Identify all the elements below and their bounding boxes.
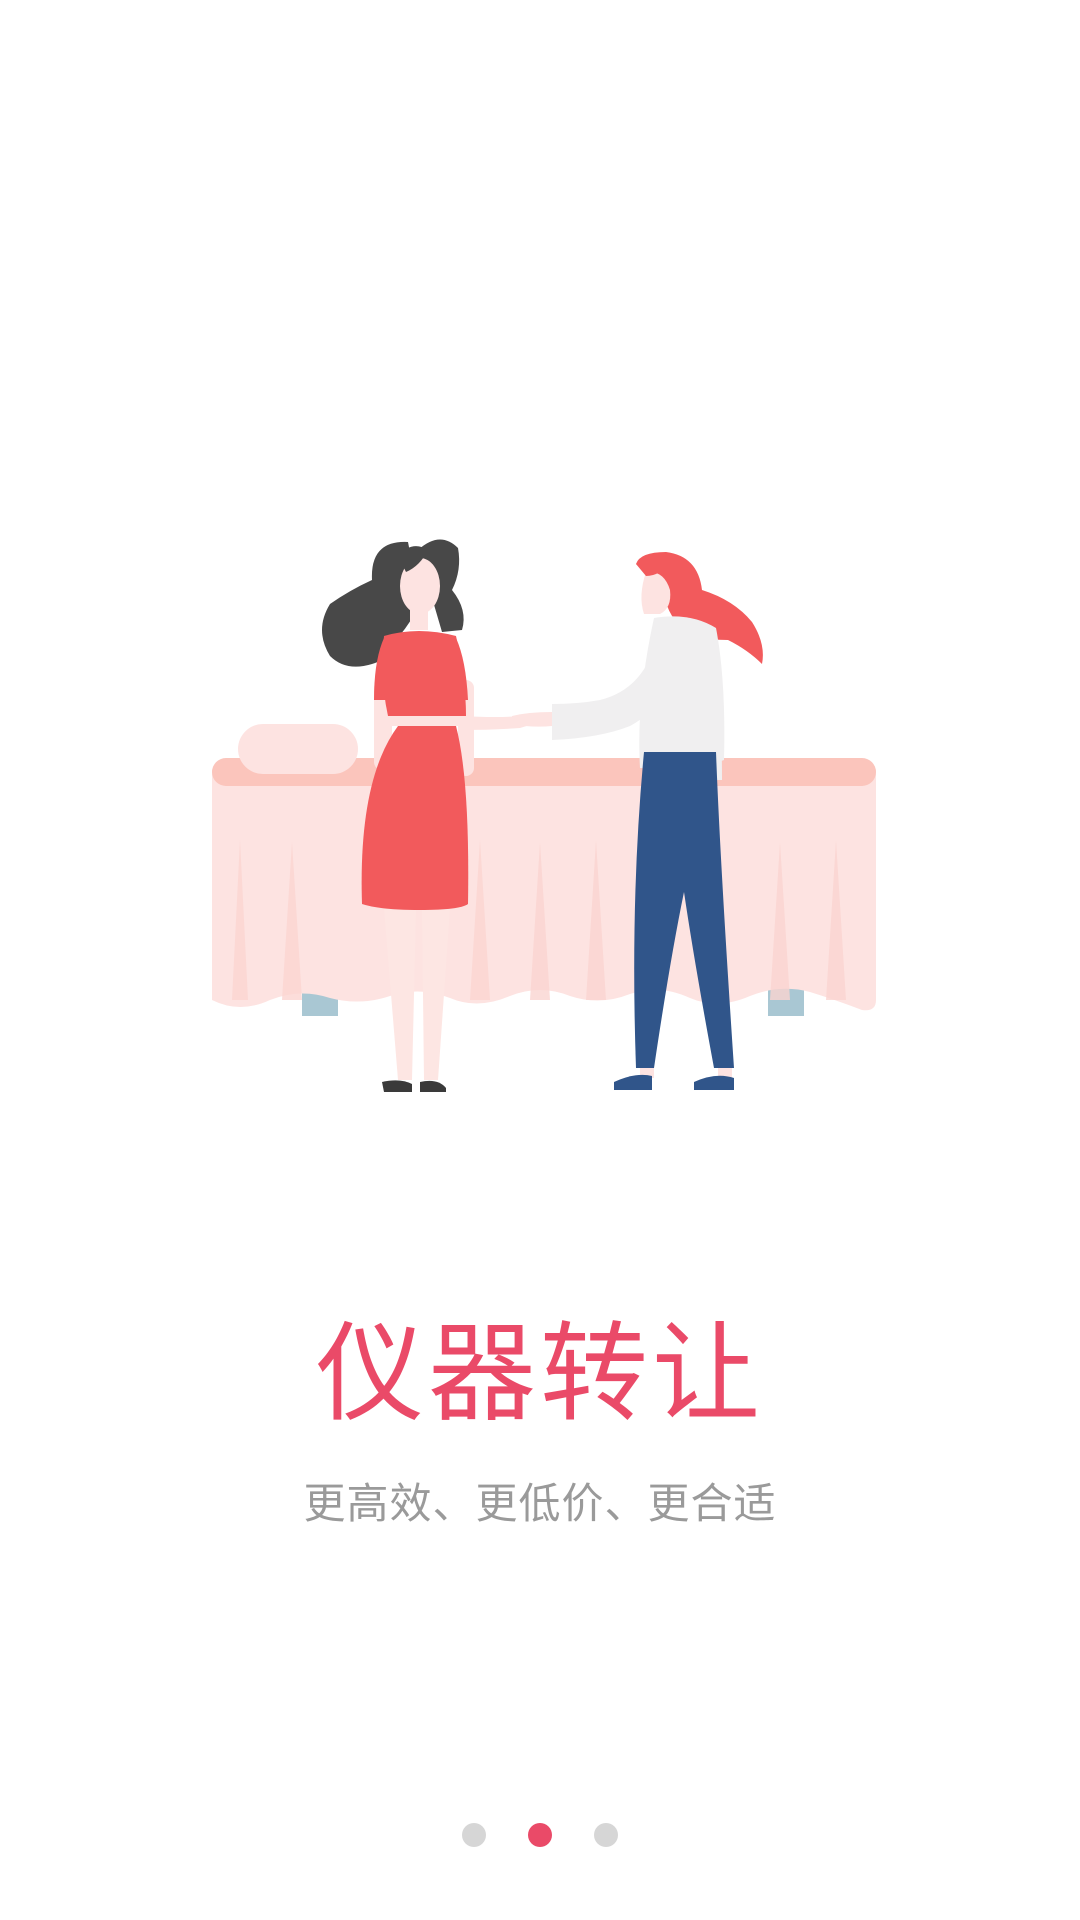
page-indicator: [0, 1822, 1080, 1848]
massage-bed-icon: [212, 724, 876, 1016]
handshake-illustration: [212, 539, 876, 1092]
page-dot-3[interactable]: [594, 1823, 618, 1847]
page-dot-1[interactable]: [462, 1823, 486, 1847]
page-dot-2-active[interactable]: [528, 1823, 552, 1847]
page-subtitle: 更高效、更低价、更合适: [303, 1479, 777, 1528]
onboarding-screen: 仪器转让 更高效、更低价、更合适: [0, 0, 1080, 1920]
page-title: 仪器转让: [315, 1312, 764, 1437]
